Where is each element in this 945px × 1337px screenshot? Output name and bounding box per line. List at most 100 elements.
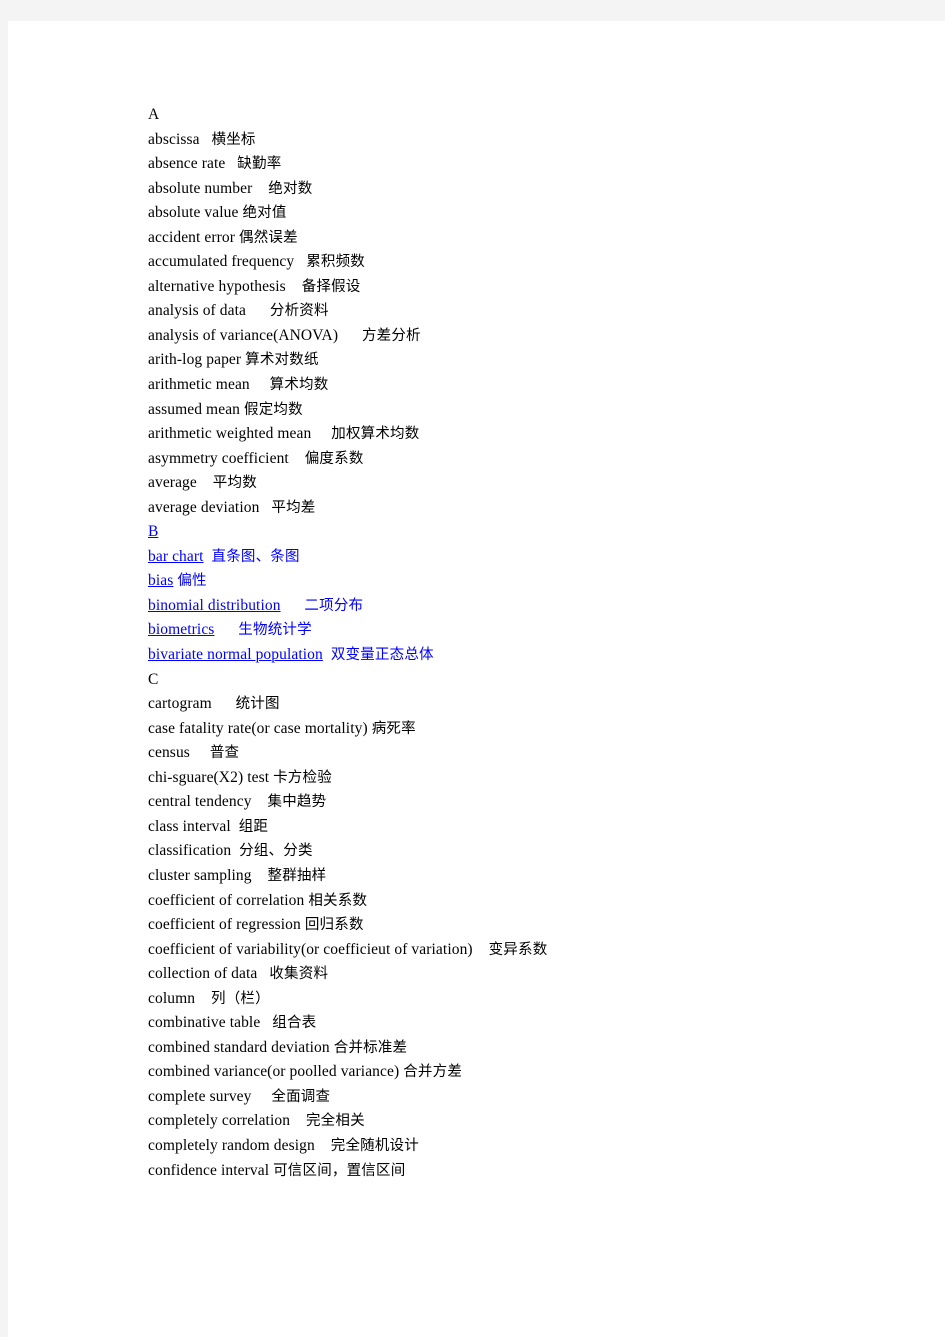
entry-term-chinese: 生物统计学	[238, 622, 312, 639]
entry-term-chinese: 组合表	[272, 1015, 317, 1032]
glossary-entry: coefficient of correlation 相关系数	[148, 889, 908, 914]
glossary-entry: abscissa 横坐标	[148, 128, 908, 153]
entry-spacer	[289, 450, 305, 467]
entry-term-english: bar chart	[148, 547, 204, 565]
entry-term-english: census	[148, 744, 190, 762]
glossary-entry[interactable]: bar chart 直条图、条图	[148, 545, 908, 570]
entry-spacer	[200, 131, 212, 148]
entry-term-english: coefficient of correlation	[148, 891, 305, 909]
entry-term-english: absolute value	[148, 204, 239, 222]
entry-term-chinese: 绝对值	[242, 205, 287, 222]
entry-spacer	[250, 376, 270, 393]
entry-term-chinese: 普查	[209, 745, 240, 762]
entry-spacer	[195, 990, 211, 1007]
glossary-entry: coefficient of variability(or coefficieu…	[148, 938, 908, 963]
entry-term-chinese: 整群抽样	[267, 867, 327, 884]
entry-term-chinese: 绝对数	[268, 180, 313, 197]
glossary-entry: completely correlation 完全相关	[148, 1109, 908, 1134]
glossary-entry: coefficient of regression 回归系数	[148, 913, 908, 938]
glossary-entry: accumulated frequency 累积频数	[148, 250, 908, 275]
entry-spacer	[231, 842, 239, 859]
entry-term-english: coefficient of variability(or coefficieu…	[148, 940, 473, 958]
glossary-entry: case fatality rate(or case mortality) 病死…	[148, 717, 908, 742]
entry-spacer	[225, 155, 237, 172]
entry-term-chinese: 假定均数	[244, 401, 303, 418]
glossary-entry[interactable]: binomial distribution 二项分布	[148, 594, 908, 619]
entry-term-english: absolute number	[148, 179, 253, 197]
entry-term-chinese: 方差分析	[361, 327, 421, 344]
glossary-entry: cluster sampling 整群抽样	[148, 864, 908, 889]
glossary-entry: arithmetic weighted mean 加权算术均数	[148, 422, 908, 447]
entry-spacer	[315, 1137, 331, 1154]
glossary-entry: average 平均数	[148, 471, 908, 496]
entry-term-english: classification	[148, 842, 232, 860]
entry-term-chinese: 累积频数	[306, 254, 366, 271]
glossary-entry[interactable]: bivariate normal population 双变量正态总体	[148, 643, 908, 668]
glossary-entry: absolute value 绝对值	[148, 201, 908, 226]
entry-spacer	[294, 253, 306, 270]
entry-term-english: completely correlation	[148, 1112, 291, 1130]
glossary-section-c: Ccartogram 统计图 case fatality rate(or case…	[148, 668, 908, 1183]
entry-term-chinese: 收集资料	[269, 966, 329, 983]
entry-term-chinese: 完全随机设计	[330, 1137, 419, 1154]
glossary-entry: analysis of variance(ANOVA) 方差分析	[148, 324, 908, 349]
glossary-entry: completely random design 完全随机设计	[148, 1134, 908, 1159]
entry-term-english: completely random design	[148, 1136, 315, 1154]
entry-term-english: central tendency	[148, 793, 252, 811]
glossary-entry: cartogram 统计图	[148, 692, 908, 717]
glossary-entry: classification 分组、分类	[148, 839, 908, 864]
entry-term-english: collection of data	[148, 965, 258, 983]
entry-term-chinese: 组距	[238, 818, 269, 835]
entry-term-chinese: 算术对数纸	[245, 352, 319, 369]
glossary-entry: combined standard deviation 合并标准差	[148, 1036, 908, 1061]
entry-spacer	[252, 793, 268, 810]
entry-term-chinese: 偶然误差	[239, 229, 298, 246]
entry-spacer	[197, 474, 213, 491]
entry-term-english: bias	[148, 572, 174, 590]
entry-term-english: alternative hypothesis	[148, 277, 286, 295]
entry-term-english: assumed mean	[148, 400, 241, 418]
entry-term-english: chi-sguare(X2) test	[148, 768, 270, 786]
entry-spacer	[260, 1014, 272, 1031]
entry-term-chinese: 偏度系数	[304, 450, 364, 467]
glossary-entry: arithmetic mean 算术均数	[148, 373, 908, 398]
glossary-entry: absolute number 绝对数	[148, 177, 908, 202]
entry-term-chinese: 加权算术均数	[331, 426, 420, 443]
glossary-entry: accident error 偶然误差	[148, 226, 908, 251]
entry-term-english: arith-log paper	[148, 351, 242, 369]
entry-spacer	[473, 941, 489, 958]
glossary-entry: asymmetry coefficient 偏度系数	[148, 447, 908, 472]
entry-term-english: average deviation	[148, 498, 260, 516]
entry-term-chinese: 变异系数	[488, 941, 548, 958]
entry-term-english: class interval	[148, 817, 231, 835]
entry-term-english: accident error	[148, 228, 236, 246]
glossary-entry: class interval 组距	[148, 815, 908, 840]
entry-term-english: analysis of data	[148, 302, 247, 320]
glossary-entry: collection of data 收集资料	[148, 962, 908, 987]
entry-term-chinese: 偏性	[177, 573, 207, 590]
entry-term-english: coefficient of regression	[148, 916, 301, 934]
glossary-entry[interactable]: biometrics 生物统计学	[148, 618, 908, 643]
entry-term-chinese: 直条图、条图	[211, 548, 300, 565]
entry-term-english: complete survey	[148, 1087, 252, 1105]
glossary-entry: alternative hypothesis 备择假设	[148, 275, 908, 300]
entry-spacer	[204, 548, 212, 565]
entry-term-english: biometrics	[148, 621, 215, 639]
entry-term-english: abscissa	[148, 130, 200, 148]
glossary-section-a: Aabscissa 横坐标 absence rate 缺勤率 absolute nu…	[148, 103, 908, 520]
section-letter-heading[interactable]: B	[148, 520, 908, 545]
glossary-entry: column 列（栏）	[148, 987, 908, 1012]
entry-term-chinese: 缺勤率	[237, 156, 282, 173]
entry-term-chinese: 合并标准差	[333, 1039, 408, 1056]
glossary-entry[interactable]: bias 偏性	[148, 569, 908, 594]
glossary-section-b: Bbar chart 直条图、条图 bias 偏性 binomial distrib…	[148, 520, 908, 667]
entry-spacer	[311, 425, 331, 442]
entry-spacer	[190, 744, 210, 761]
entry-term-english: case fatality rate(or case mortality)	[148, 719, 368, 737]
glossary-entry: census 普查	[148, 741, 908, 766]
entry-spacer	[338, 327, 362, 344]
entry-spacer	[231, 818, 239, 835]
entry-spacer	[252, 180, 268, 197]
entry-term-chinese: 二项分布	[304, 597, 364, 614]
glossary-entry: combined variance(or poolled variance) 合…	[148, 1060, 908, 1085]
